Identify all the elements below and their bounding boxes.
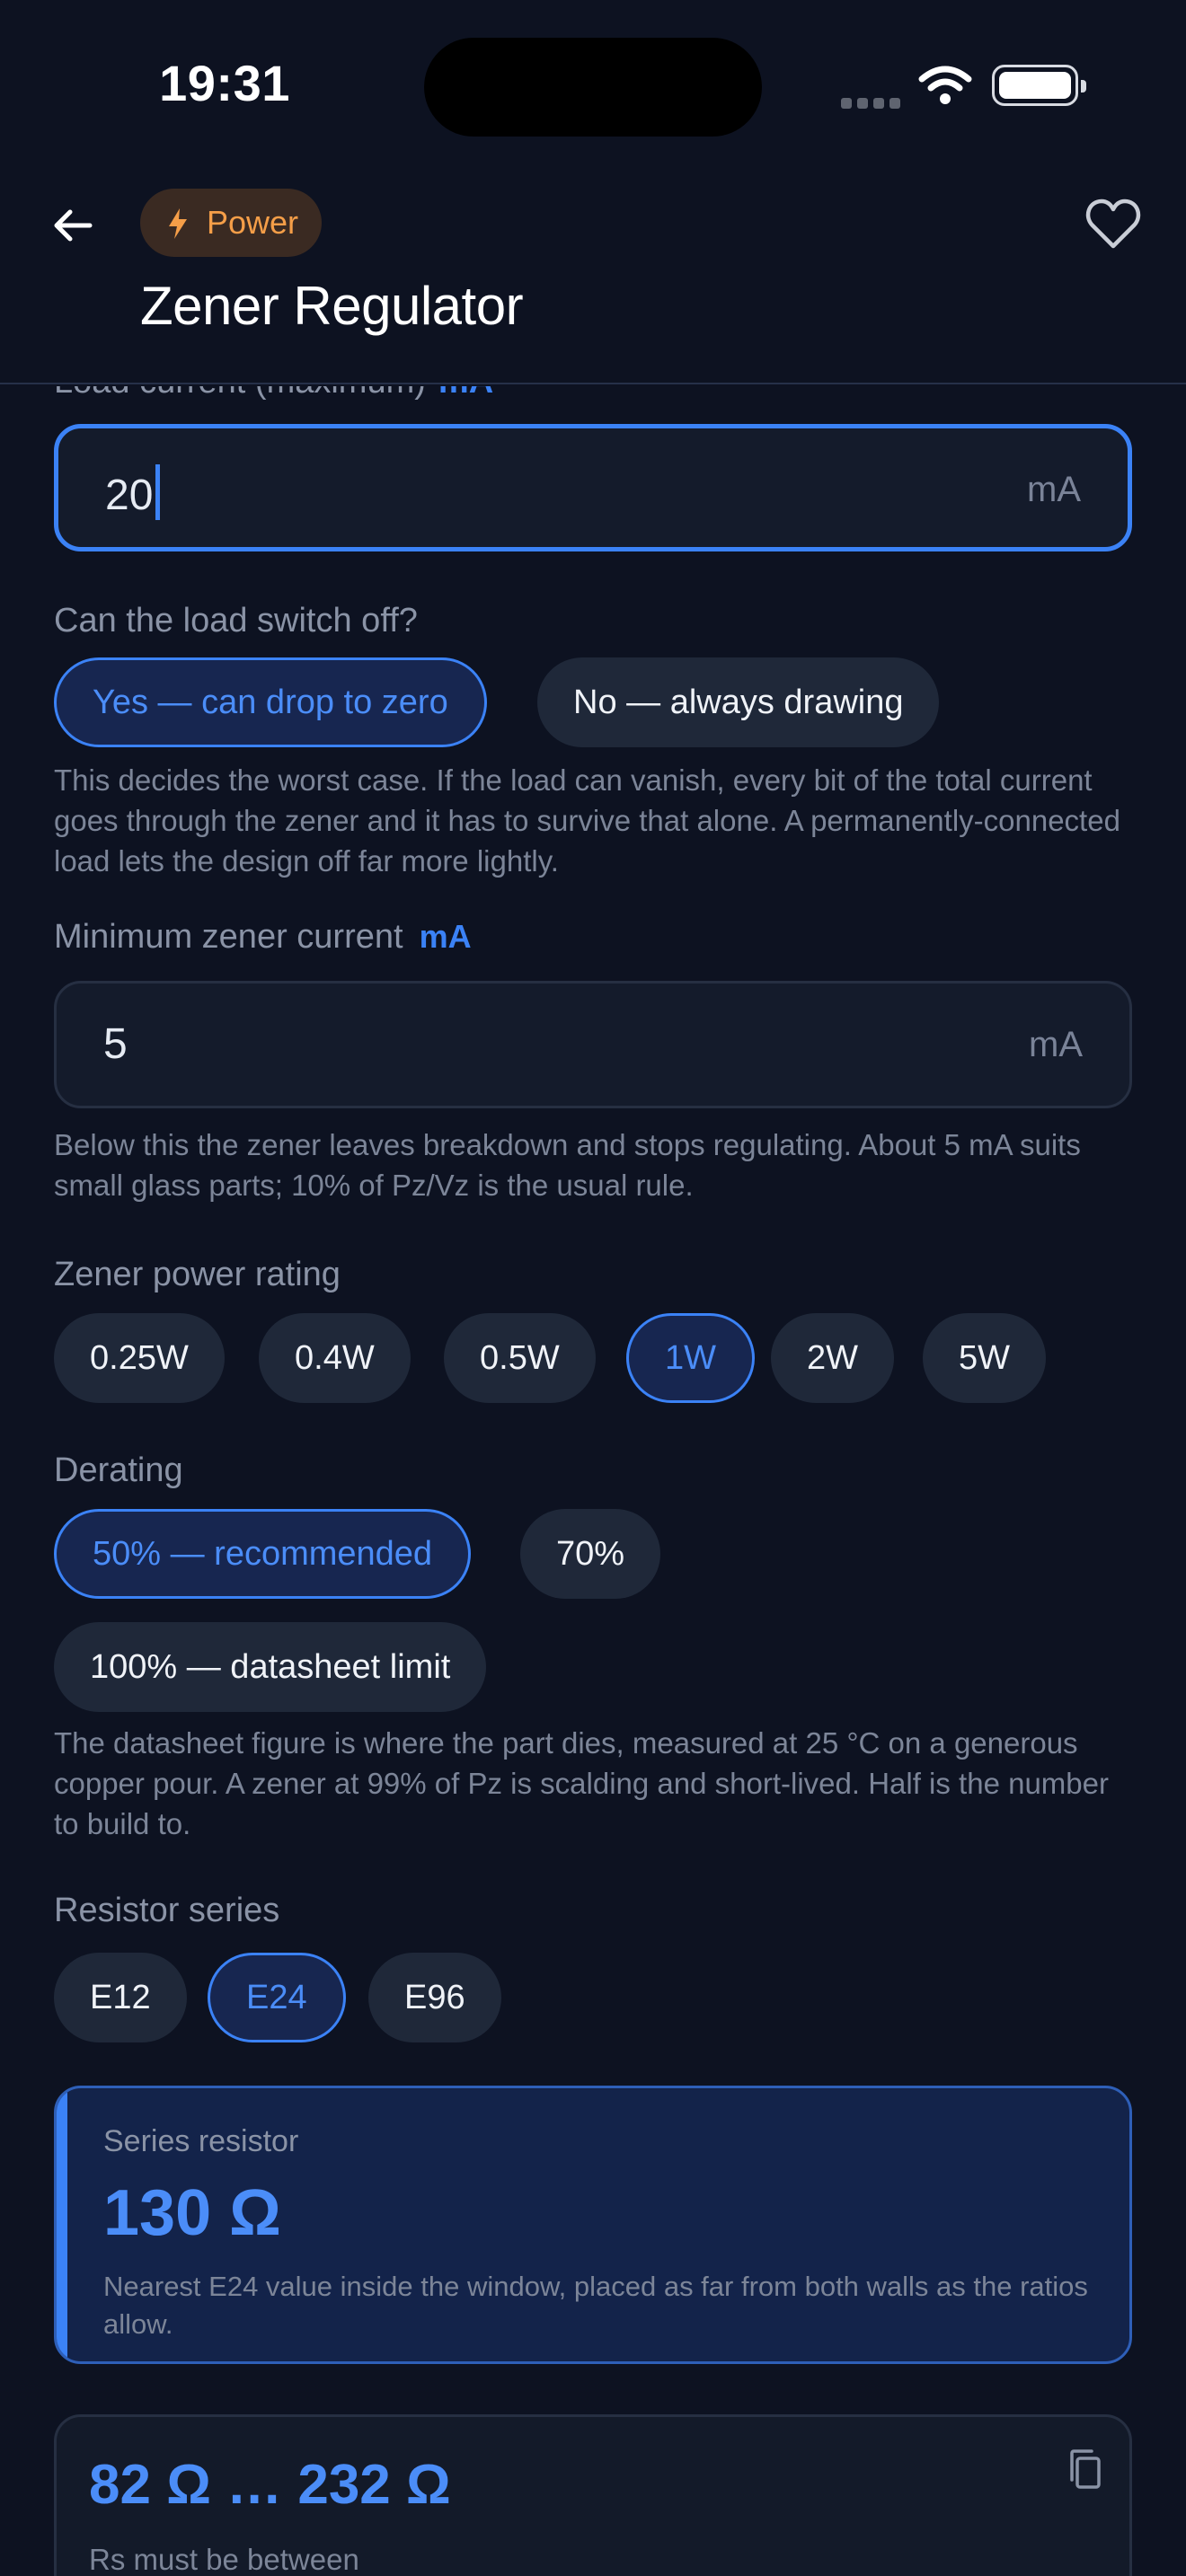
text-caret: [155, 464, 161, 520]
derating-option-70[interactable]: 70%: [520, 1509, 661, 1599]
min-zener-current-suffix: mA: [1029, 1025, 1083, 1064]
series-option-e96[interactable]: E96: [368, 1953, 501, 2042]
min-zener-current-label: Minimum zener current mA: [54, 918, 472, 956]
power-option-0-5w[interactable]: 0.5W: [444, 1313, 596, 1403]
result-note: Nearest E24 value inside the window, pla…: [103, 2271, 1088, 2340]
wifi-icon: [918, 66, 972, 104]
cellular-signal-icon: [841, 97, 906, 113]
range-value: 82 Ω … 232 Ω: [89, 2454, 451, 2516]
switch-off-option-yes[interactable]: Yes — can drop to zero: [54, 657, 487, 747]
battery-icon: [992, 65, 1086, 106]
power-rating-label: Zener power rating: [54, 1256, 341, 1293]
load-current-input[interactable]: 20 mA: [54, 424, 1132, 551]
app-header: Power Zener Regulator: [0, 171, 1186, 384]
min-zener-current-value: 5: [103, 1020, 128, 1068]
status-time: 19:31: [159, 55, 290, 111]
range-caption: Rs must be between: [89, 2543, 359, 2576]
calculator-form: Load current (maximum)mA 20 mA Can the l…: [0, 386, 1186, 2576]
load-current-label: Load current (maximum)mA: [54, 386, 493, 401]
dynamic-island: [424, 38, 762, 137]
power-option-0-25w[interactable]: 0.25W: [54, 1313, 225, 1403]
switch-off-option-no[interactable]: No — always drawing: [537, 657, 940, 747]
power-option-1w[interactable]: 1W: [626, 1313, 755, 1403]
series-resistor-result-card: Series resistor 130 Ω Nearest E24 value …: [54, 2086, 1132, 2364]
min-zener-current-input[interactable]: 5 mA: [54, 981, 1132, 1108]
lightning-bolt-icon: [169, 208, 187, 239]
min-zener-current-help: Below this the zener leaves breakdown an…: [54, 1128, 1081, 1202]
power-option-0-4w[interactable]: 0.4W: [259, 1313, 411, 1403]
power-option-2w[interactable]: 2W: [771, 1313, 894, 1403]
switch-off-label: Can the load switch off?: [54, 602, 418, 640]
derating-label: Derating: [54, 1451, 183, 1489]
page-title: Zener Regulator: [140, 276, 524, 336]
switch-off-help: This decides the worst case. If the load…: [54, 763, 1120, 878]
series-option-e12[interactable]: E12: [54, 1953, 187, 2042]
resistor-series-label: Resistor series: [54, 1892, 280, 1929]
series-option-e24[interactable]: E24: [208, 1953, 346, 2042]
copy-icon[interactable]: [1065, 2448, 1104, 2492]
favorite-heart-icon[interactable]: [1085, 198, 1141, 250]
result-label: Series resistor: [103, 2124, 299, 2158]
derating-option-100[interactable]: 100% — datasheet limit: [54, 1622, 487, 1712]
load-current-suffix: mA: [1027, 470, 1081, 509]
result-accent-bar: [57, 2088, 67, 2361]
back-arrow-icon[interactable]: [50, 203, 95, 248]
result-value: 130 Ω: [103, 2177, 281, 2249]
resistor-range-card: 82 Ω … 232 Ω Rs must be between: [54, 2414, 1132, 2576]
load-current-value: 20: [105, 472, 154, 519]
status-bar: 19:31: [0, 0, 1186, 171]
power-option-5w[interactable]: 5W: [923, 1313, 1046, 1403]
category-label: Power: [207, 204, 299, 241]
category-badge: Power: [140, 189, 323, 257]
derating-help: The datasheet figure is where the part d…: [54, 1726, 1109, 1840]
derating-option-50[interactable]: 50% — recommended: [54, 1509, 472, 1599]
